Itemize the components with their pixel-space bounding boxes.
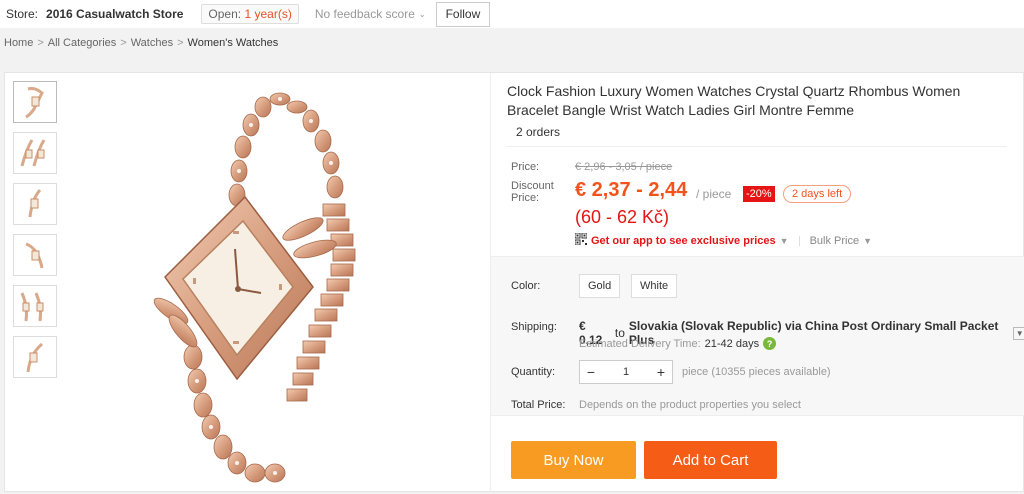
open-label: Open: — [208, 7, 242, 21]
chevron-down-icon: ▼ — [779, 235, 789, 246]
breadcrumb: Home > All Categories > Watches > Women'… — [4, 37, 278, 49]
quantity-availability: piece (10355 pieces available) — [682, 366, 831, 378]
follow-button[interactable]: Follow — [435, 1, 491, 27]
store-open-badge: Open: 1 year(s) — [201, 4, 299, 24]
store-name-link[interactable]: 2016 Casualwatch Store — [46, 7, 183, 21]
total-price-label: Total Price: — [511, 399, 566, 411]
product-info: Clock Fashion Luxury Women Watches Cryst… — [490, 73, 1024, 493]
store-bar: Store: 2016 Casualwatch Store Open: 1 ye… — [0, 0, 1024, 28]
thumbnail-6[interactable] — [13, 336, 57, 378]
plus-icon[interactable]: + — [650, 361, 672, 383]
thumbnail-3[interactable] — [13, 183, 57, 225]
product-options: Color: Gold White Shipping: € 0,12 to Sl… — [491, 256, 1024, 416]
shipping-dropdown-icon[interactable]: ▼ — [1013, 326, 1024, 340]
per-piece-unit: / piece — [696, 187, 732, 201]
divider — [798, 235, 800, 246]
breadcrumb-separator: > — [177, 37, 184, 49]
thumbnail-list — [13, 81, 57, 387]
shipping-label: Shipping: — [511, 321, 557, 333]
feedback-text: No feedback score — [314, 7, 415, 21]
help-icon[interactable]: ? — [763, 337, 777, 350]
product-main-image[interactable] — [65, 79, 485, 489]
local-currency-price: (60 - 62 Kč) — [575, 207, 670, 227]
app-price-row: Get our app to see exclusive prices ▼ Bu… — [574, 232, 873, 248]
add-to-cart-button[interactable]: Add to Cart — [644, 441, 777, 479]
original-price: € 2,96 - 3,05 / piece — [575, 161, 673, 173]
minus-icon[interactable]: − — [580, 361, 602, 383]
bulk-price-dropdown[interactable]: Bulk Price — [810, 235, 860, 247]
breadcrumb-all-categories[interactable]: All Categories — [48, 37, 116, 49]
feedback-score[interactable]: No feedback score ⌄ — [315, 7, 426, 21]
discount-percent-badge: -20% — [743, 186, 775, 202]
qr-code-icon — [574, 232, 588, 248]
color-label: Color: — [511, 280, 541, 292]
discount-price-label: Discount Price: — [511, 180, 554, 204]
breadcrumb-separator: > — [37, 37, 44, 49]
product-title: Clock Fashion Luxury Women Watches Cryst… — [507, 83, 961, 118]
chevron-down-icon: ⌄ — [418, 9, 426, 19]
quantity-stepper: − 1 + — [579, 360, 673, 384]
thumbnail-1[interactable] — [13, 81, 57, 123]
store-label: Store: — [6, 7, 39, 21]
orders-count: 2 orders — [507, 121, 1007, 147]
days-left-badge: 2 days left — [783, 185, 852, 203]
app-exclusive-price-link[interactable]: Get our app to see exclusive prices — [591, 235, 776, 247]
total-price-note: Depends on the product properties you se… — [579, 399, 801, 411]
thumbnail-4[interactable] — [13, 234, 57, 276]
delivery-label: Estimated Delivery Time: — [579, 337, 701, 350]
quantity-input[interactable]: 1 — [602, 366, 650, 378]
product-panel: Clock Fashion Luxury Women Watches Cryst… — [4, 72, 1024, 493]
buy-now-button[interactable]: Buy Now — [511, 441, 636, 479]
breadcrumb-womens-watches[interactable]: Women's Watches — [188, 37, 279, 49]
thumbnail-2[interactable] — [13, 132, 57, 174]
breadcrumb-separator: > — [120, 37, 127, 49]
delivery-estimate: Estimated Delivery Time: 21-42 days ? — [579, 337, 777, 350]
breadcrumb-watches[interactable]: Watches — [131, 37, 173, 49]
open-years: 1 year(s) — [244, 7, 292, 21]
delivery-days: 21-42 days — [704, 337, 760, 350]
thumbnail-5[interactable] — [13, 285, 57, 327]
color-option-gold[interactable]: Gold — [579, 274, 621, 298]
price-label: Price: — [511, 161, 540, 173]
discount-price: € 2,37 - 2,44 — [575, 179, 688, 201]
breadcrumb-home[interactable]: Home — [4, 37, 33, 49]
quantity-label: Quantity: — [511, 366, 556, 378]
chevron-down-icon: ▼ — [863, 235, 873, 246]
color-option-white[interactable]: White — [631, 274, 678, 298]
